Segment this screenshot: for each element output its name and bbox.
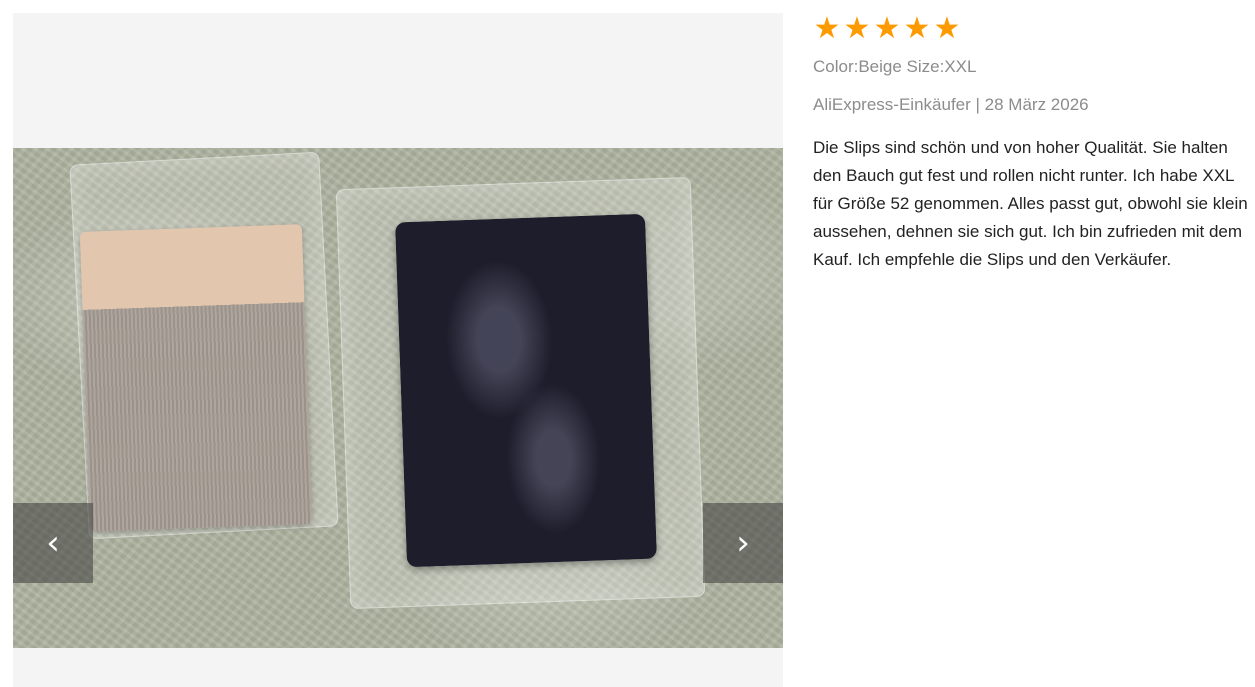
chevron-right-icon: › xyxy=(736,523,750,563)
star-icon: ★ xyxy=(903,11,931,46)
beige-briefs xyxy=(79,224,313,532)
star-rating: ★ ★ ★ ★ ★ xyxy=(813,14,1255,44)
star-icon: ★ xyxy=(873,11,901,46)
review-details: ★ ★ ★ ★ ★ Color:Beige Size:XXL AliExpres… xyxy=(813,14,1255,274)
next-image-button[interactable]: › xyxy=(703,503,783,583)
sku-info: Color:Beige Size:XXL xyxy=(813,57,977,76)
separator: | xyxy=(975,95,980,114)
star-icon: ★ xyxy=(813,11,841,46)
review-date: 28 März 2026 xyxy=(984,95,1089,114)
previous-image-button[interactable]: ‹ xyxy=(13,503,93,583)
star-icon: ★ xyxy=(933,11,961,46)
chevron-left-icon: ‹ xyxy=(46,523,60,563)
star-icon: ★ xyxy=(843,11,871,46)
author-name: AliExpress-Einkäufer xyxy=(813,95,971,114)
review-image-gallery: ‹ › xyxy=(13,13,783,687)
black-briefs xyxy=(395,213,657,568)
review-text: Die Slips sind schön und von hoher Quali… xyxy=(813,138,1248,269)
review-photo[interactable]: ‹ › xyxy=(13,148,783,648)
author-date-line: AliExpress-Einkäufer | 28 März 2026 xyxy=(813,95,1255,115)
